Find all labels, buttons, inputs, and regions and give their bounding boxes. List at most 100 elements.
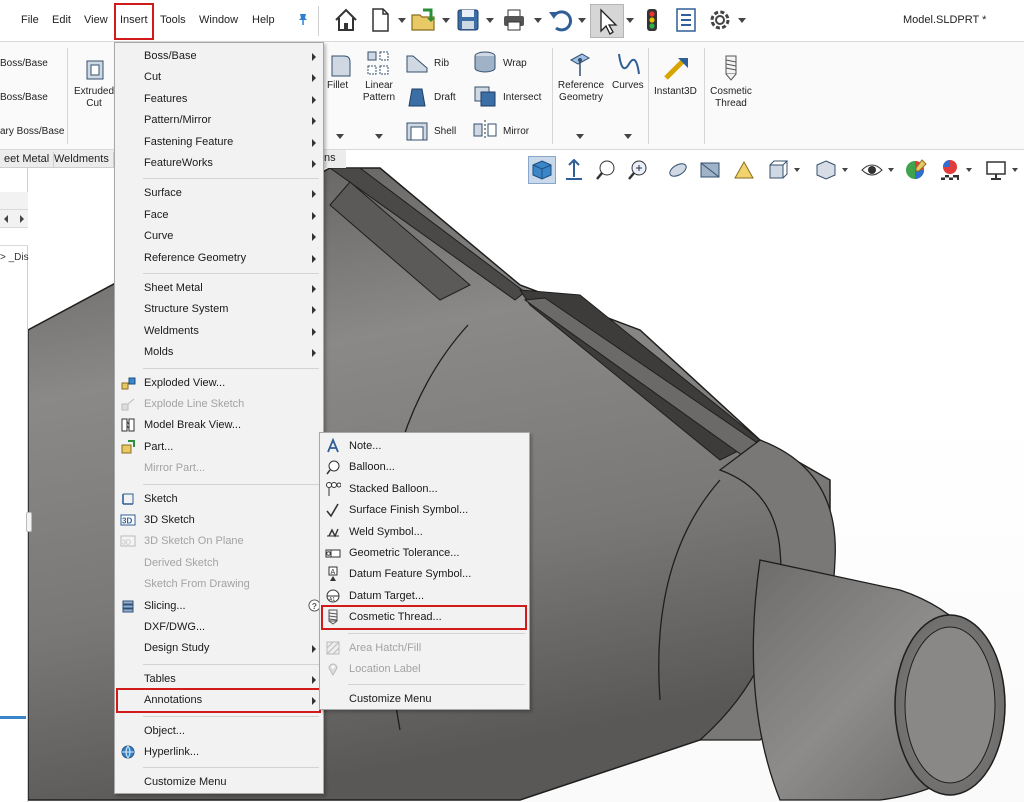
insert-menu-item-hyperlink[interactable]: Hyperlink...	[115, 742, 323, 763]
tab-weldments[interactable]: Weldments	[50, 152, 114, 168]
boss-base-label[interactable]: Boss/Base	[0, 92, 48, 104]
insert-menu-item-sketch[interactable]: Sketch	[115, 489, 323, 510]
zoom-to-fit-icon[interactable]	[592, 156, 620, 184]
menu-tools[interactable]: Tools	[160, 14, 186, 26]
insert-menu-item-molds[interactable]: Molds	[115, 342, 323, 363]
rebuild-traffic-light-icon[interactable]	[636, 4, 668, 36]
edit-appearance-icon[interactable]	[902, 156, 930, 184]
shell-button[interactable]: Shell	[434, 126, 456, 138]
print-icon[interactable]	[498, 4, 530, 36]
cosmetic-thread-ribbon-icon[interactable]	[722, 54, 740, 82]
insert-menu-item-design-study[interactable]: Design Study	[115, 638, 323, 659]
insert-menu-item-weldments[interactable]: Weldments	[115, 321, 323, 342]
select-button[interactable]	[590, 4, 624, 38]
insert-menu-item-3d-sketch[interactable]: 3D 3D Sketch	[115, 510, 323, 531]
chevron-down-icon[interactable]	[1012, 167, 1018, 173]
chevron-down-icon[interactable]	[486, 16, 494, 24]
chevron-down-icon[interactable]	[534, 16, 542, 24]
annotations-menu-item-balloon[interactable]: Balloon...	[320, 457, 529, 478]
apply-scene-icon[interactable]	[936, 156, 964, 184]
undo-icon[interactable]	[544, 4, 576, 36]
wrap-icon[interactable]	[472, 50, 498, 74]
intersect-icon[interactable]	[472, 84, 498, 108]
shell-icon[interactable]	[405, 120, 429, 142]
draft-button[interactable]: Draft	[434, 92, 456, 104]
insert-menu-item-exploded-view[interactable]: Exploded View...	[115, 373, 323, 394]
mirror-icon[interactable]	[472, 118, 498, 142]
tab-partial[interactable]: ns	[324, 150, 346, 168]
instant3d-icon[interactable]	[664, 56, 690, 82]
chevron-down-icon[interactable]	[576, 134, 584, 140]
menu-window[interactable]: Window	[199, 14, 238, 26]
home-icon[interactable]	[330, 4, 362, 36]
insert-menu-item-structure-system[interactable]: Structure System	[115, 299, 323, 320]
annotations-menu-item-datum-target[interactable]: A1 Datum Target...	[320, 586, 529, 607]
section-view-icon[interactable]	[664, 156, 692, 184]
menu-view[interactable]: View	[84, 14, 108, 26]
annotations-menu-item-geometric-tolerance[interactable]: Geometric Tolerance...	[320, 543, 529, 564]
insert-menu-item-surface[interactable]: Surface	[115, 183, 323, 204]
chevron-down-icon[interactable]	[888, 167, 894, 173]
chevron-down-icon[interactable]	[738, 16, 746, 24]
chevron-down-icon[interactable]	[336, 134, 344, 140]
view-orientation-icon[interactable]	[528, 156, 556, 184]
curves-icon[interactable]	[616, 50, 642, 78]
insert-menu-item-sheet-metal[interactable]: Sheet Metal	[115, 278, 323, 299]
previous-view-icon[interactable]	[560, 156, 588, 184]
boss-base-label[interactable]: Boss/Base	[0, 58, 48, 70]
insert-menu-item-cut[interactable]: Cut	[115, 67, 323, 88]
boss-base-label[interactable]: ary Boss/Base	[0, 126, 64, 138]
menu-help[interactable]: Help	[252, 14, 275, 26]
file-properties-icon[interactable]	[670, 4, 702, 36]
dynamic-annotation-view-icon[interactable]	[696, 156, 724, 184]
annotations-menu-item-stacked-balloon[interactable]: Stacked Balloon...	[320, 479, 529, 500]
feature-tree-item[interactable]: > _Dis	[0, 252, 29, 263]
chevron-down-icon[interactable]	[794, 167, 800, 173]
menu-file[interactable]: File	[21, 14, 39, 26]
rib-button[interactable]: Rib	[434, 58, 449, 70]
chevron-down-icon[interactable]	[578, 16, 586, 24]
open-folder-icon[interactable]	[408, 4, 440, 36]
eye-icon[interactable]	[858, 156, 886, 184]
extruded-cut-button[interactable]: Extruded Cut	[72, 86, 116, 110]
zoom-to-area-icon[interactable]	[624, 156, 652, 184]
insert-menu-item-annotations[interactable]: Annotations	[115, 688, 323, 714]
fillet-icon[interactable]	[330, 52, 352, 78]
chevron-down-icon[interactable]	[966, 167, 972, 173]
linear-pattern-button[interactable]: Linear Pattern	[358, 80, 400, 104]
pin-icon[interactable]	[296, 12, 310, 26]
extruded-cut-icon[interactable]	[84, 58, 106, 82]
instant3d-button[interactable]: Instant3D	[654, 86, 697, 98]
annotations-menu-item-weld-symbol[interactable]: Weld Symbol...	[320, 522, 529, 543]
annotations-menu-item-note[interactable]: Note...	[320, 436, 529, 457]
insert-menu-item-features[interactable]: Features	[115, 89, 323, 110]
chevron-down-icon[interactable]	[842, 167, 848, 173]
reference-geometry-button[interactable]: Reference Geometry	[556, 80, 606, 104]
annotations-menu-item-datum-feature-symbol[interactable]: A Datum Feature Symbol...	[320, 564, 529, 585]
panel-filter-row[interactable]	[0, 228, 28, 246]
insert-menu-item-model-break-view[interactable]: Model Break View...	[115, 415, 323, 436]
linear-pattern-icon[interactable]	[366, 50, 392, 80]
insert-menu-item-curve[interactable]: Curve	[115, 226, 323, 247]
panel-tab-row[interactable]	[0, 192, 28, 210]
insert-menu-item-tables[interactable]: Tables	[115, 669, 323, 690]
annotations-menu-item-customize-menu[interactable]: Customize Menu	[320, 689, 529, 710]
chevron-down-icon[interactable]	[626, 16, 634, 24]
wrap-button[interactable]: Wrap	[503, 58, 527, 70]
annotations-menu-item-cosmetic-thread[interactable]: Cosmetic Thread...	[320, 605, 529, 631]
insert-menu-item-pattern-mirror[interactable]: Pattern/Mirror	[115, 110, 323, 131]
hide-show-items-icon[interactable]	[812, 156, 840, 184]
annotations-menu-item-surface-finish-symbol[interactable]: Surface Finish Symbol...	[320, 500, 529, 521]
mirror-button[interactable]: Mirror	[503, 126, 529, 138]
chevron-down-icon[interactable]	[442, 16, 450, 24]
insert-menu-item-object[interactable]: Object...	[115, 721, 323, 742]
rib-icon[interactable]	[405, 52, 429, 74]
panel-resize-grip[interactable]	[26, 512, 32, 532]
insert-menu-item-reference-geometry[interactable]: Reference Geometry	[115, 248, 323, 269]
draft-icon[interactable]	[405, 86, 429, 108]
chevron-down-icon[interactable]	[398, 16, 406, 24]
new-document-icon[interactable]	[364, 4, 396, 36]
tab-sheet-metal[interactable]: eet Metal	[0, 152, 55, 168]
display-style-icon[interactable]	[764, 156, 792, 184]
cosmetic-thread-button[interactable]: Cosmetic Thread	[708, 86, 754, 110]
